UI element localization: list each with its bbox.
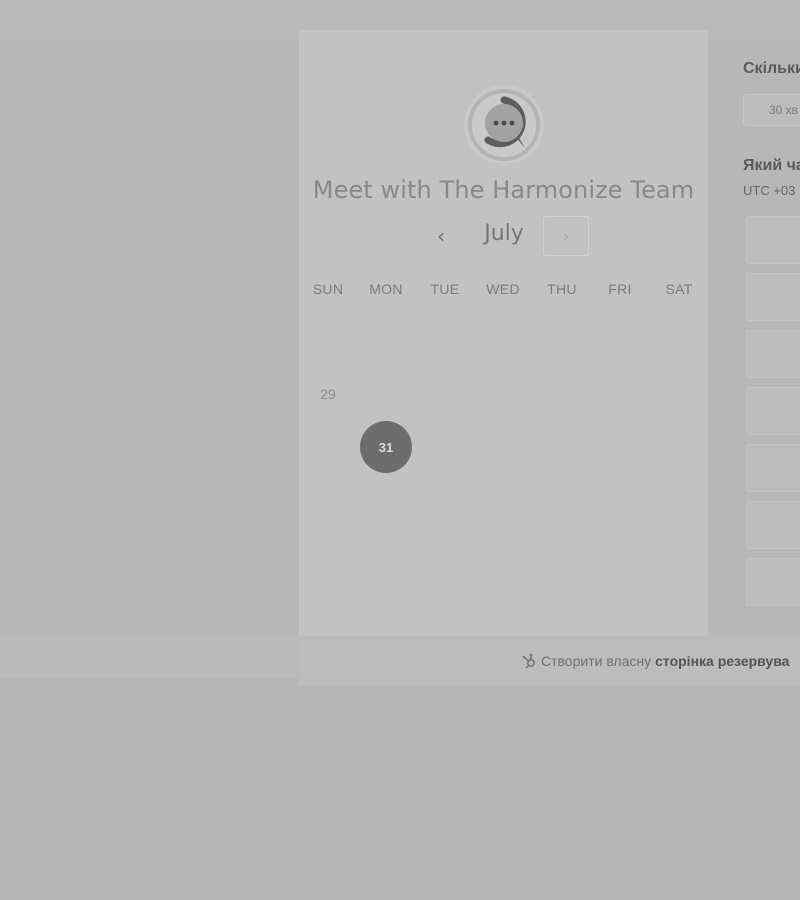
time-slot-button[interactable]	[746, 444, 800, 492]
booking-options-panel: Скільки 30 хв Який ча UTC +03	[708, 30, 800, 636]
time-slot-button[interactable]	[746, 387, 800, 435]
weekday-sat: SAT	[665, 281, 693, 297]
weekday-mon: MON	[369, 281, 403, 297]
weekday-wed: WED	[486, 281, 520, 297]
weekday-header-row: SUN MON TUE WED THU FRI SAT	[299, 281, 708, 301]
footer-bold-text: сторінка резервува	[655, 653, 790, 669]
time-slot-button[interactable]	[746, 273, 800, 321]
next-month-button[interactable]: ›	[543, 216, 589, 256]
create-booking-page-link[interactable]: Створити власну сторінка резервува	[521, 653, 789, 669]
page-title: Meet with The Harmonize Team	[312, 176, 695, 204]
previous-month-button[interactable]: ‹	[423, 220, 459, 252]
footer-text: Створити власну	[541, 653, 652, 669]
weekday-sun: SUN	[312, 281, 344, 297]
booking-footer: Створити власну сторінка резервува	[299, 640, 800, 686]
current-month-label: July	[484, 221, 524, 246]
time-slot-button[interactable]	[746, 501, 800, 549]
weekday-thu: THU	[547, 281, 577, 297]
duration-option-button[interactable]: 30 хв	[743, 94, 800, 126]
weekday-fri: FRI	[608, 281, 632, 297]
time-slot-button[interactable]	[746, 330, 800, 378]
time-heading: Який ча	[743, 157, 800, 174]
hubspot-sprocket-icon	[522, 653, 536, 669]
duration-heading: Скільки	[743, 60, 800, 77]
time-slot-button[interactable]	[746, 216, 800, 264]
calendar-day-selected[interactable]: 31	[360, 421, 412, 473]
timezone-selector[interactable]: UTC +03	[743, 183, 795, 198]
calendar-day-29: 29	[320, 386, 336, 402]
chat-bubble-icon	[464, 85, 544, 165]
weekday-tue: TUE	[430, 281, 460, 297]
time-slot-button[interactable]	[746, 558, 800, 606]
